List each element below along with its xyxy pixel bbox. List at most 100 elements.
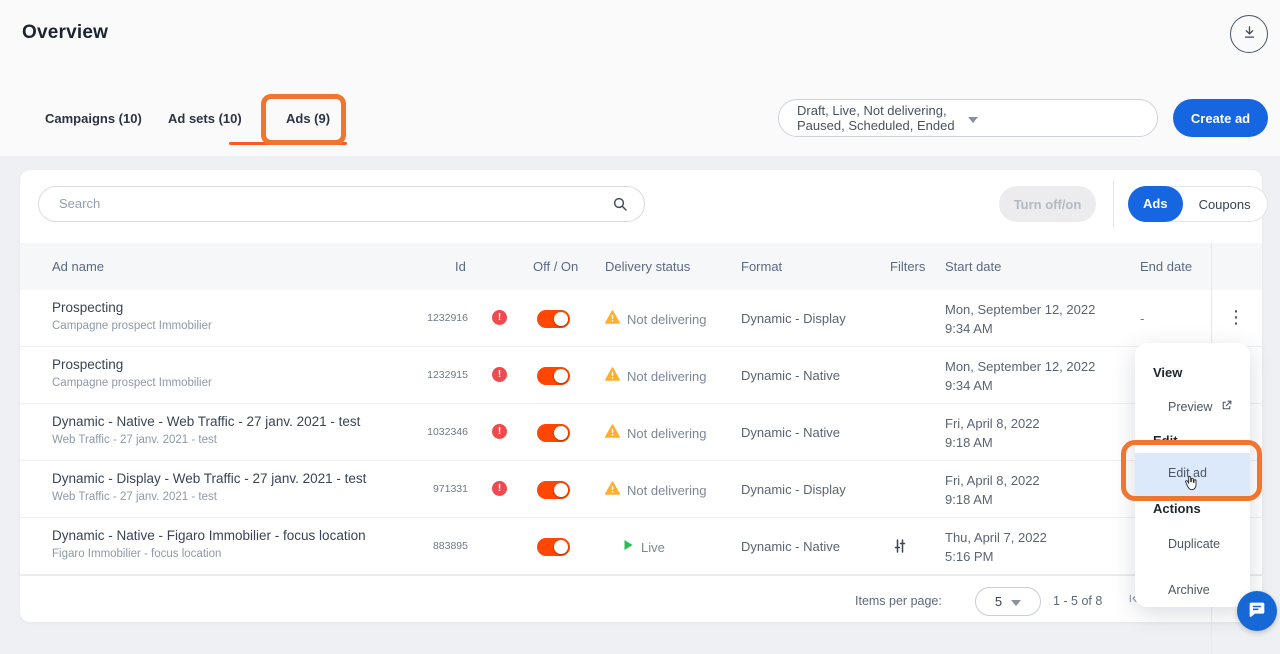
external-link-icon — [1220, 399, 1233, 415]
items-per-page-dropdown[interactable]: 5 — [975, 587, 1041, 616]
ad-name: Prospecting — [52, 300, 212, 315]
items-per-page-label: Items per page: — [855, 594, 942, 608]
table-row: Dynamic - Native - Figaro Immobilier - f… — [20, 518, 1262, 575]
turn-off-on-button[interactable]: Turn off/on — [999, 186, 1096, 222]
warning-icon — [605, 367, 620, 386]
start-date: Thu, April 7, 2022 — [945, 528, 1047, 547]
search-icon[interactable] — [612, 196, 628, 217]
start-time: 9:18 AM — [945, 433, 1040, 452]
live-icon — [623, 538, 634, 556]
error-icon: ! — [492, 424, 507, 439]
start-date: Mon, September 12, 2022 — [945, 357, 1095, 376]
search-input[interactable] — [59, 187, 609, 220]
search-box — [38, 186, 645, 222]
toggle-ads[interactable]: Ads — [1128, 186, 1183, 222]
error-icon: ! — [492, 367, 507, 382]
ad-name: Dynamic - Display - Web Traffic - 27 jan… — [52, 471, 366, 486]
error-icon: ! — [492, 310, 507, 325]
ad-name: Dynamic - Native - Web Traffic - 27 janv… — [52, 414, 360, 429]
ad-name: Dynamic - Native - Figaro Immobilier - f… — [52, 528, 366, 543]
items-per-page-value: 5 — [995, 594, 1002, 609]
ad-name-cell: Dynamic - Display - Web Traffic - 27 jan… — [52, 471, 366, 503]
col-start-date: Start date — [945, 259, 1001, 274]
off-on-toggle[interactable] — [537, 424, 570, 442]
delivery-status-text: Not delivering — [627, 426, 707, 441]
chat-fab-button[interactable] — [1237, 591, 1277, 631]
menu-item-preview[interactable]: Preview — [1168, 399, 1233, 415]
warning-icon — [605, 424, 620, 443]
start-date: Fri, April 8, 2022 — [945, 414, 1040, 433]
format-text: Dynamic - Display — [741, 482, 846, 497]
tab-ads[interactable]: Ads (9) — [286, 111, 330, 126]
kebab-menu-icon[interactable]: ⋮ — [1224, 304, 1248, 330]
ad-name-cell: Dynamic - Native - Web Traffic - 27 janv… — [52, 414, 360, 446]
off-on-toggle[interactable] — [537, 310, 570, 328]
ads-table-card: Turn off/on Ads Coupons Ad name Id Off /… — [20, 170, 1262, 622]
table-row: Dynamic - Native - Web Traffic - 27 janv… — [20, 404, 1262, 461]
col-delivery-status: Delivery status — [605, 259, 690, 274]
hand-cursor-icon — [1183, 475, 1199, 496]
filters-icon[interactable] — [892, 538, 908, 559]
toolbar-divider — [1113, 180, 1114, 228]
create-ad-button[interactable]: Create ad — [1173, 99, 1268, 137]
error-icon: ! — [492, 481, 507, 496]
start-date-cell: Mon, September 12, 2022 9:34 AM — [945, 300, 1095, 338]
start-date: Fri, April 8, 2022 — [945, 471, 1040, 490]
table-header: Ad name Id Off / On Delivery status Form… — [20, 243, 1262, 290]
start-date-cell: Thu, April 7, 2022 5:16 PM — [945, 528, 1047, 566]
end-date: - — [1140, 311, 1144, 326]
start-time: 9:34 AM — [945, 376, 1095, 395]
delivery-status-cell: Live — [605, 538, 665, 556]
delivery-status-cell: Not delivering — [605, 310, 707, 329]
delivery-status-text: Live — [641, 540, 665, 555]
ad-name-cell: Prospecting Campagne prospect Immobilier — [52, 300, 212, 332]
ad-parent-name: Web Traffic - 27 janv. 2021 - test — [52, 434, 360, 446]
ad-id: 1232916 — [390, 312, 468, 324]
ad-parent-name: Campagne prospect Immobilier — [52, 377, 212, 389]
pagination-range: 1 - 5 of 8 — [1053, 594, 1102, 608]
toggle-coupons[interactable]: Coupons — [1183, 197, 1267, 212]
off-on-toggle[interactable] — [537, 538, 570, 556]
format-text: Dynamic - Display — [741, 311, 846, 326]
delivery-status-cell: Not delivering — [605, 367, 707, 386]
off-on-toggle[interactable] — [537, 481, 570, 499]
table-row: Prospecting Campagne prospect Immobilier… — [20, 290, 1262, 347]
app-window: Overview Campaigns (10) Ad sets (10) Ads… — [0, 0, 1280, 654]
start-time: 9:34 AM — [945, 319, 1095, 338]
col-format: Format — [741, 259, 782, 274]
table-footer: Items per page: 5 1 - 5 of 8 — [20, 575, 1262, 622]
start-date-cell: Fri, April 8, 2022 9:18 AM — [945, 471, 1040, 509]
col-filters: Filters — [890, 259, 925, 274]
ad-name-cell: Prospecting Campagne prospect Immobilier — [52, 357, 212, 389]
delivery-status-cell: Not delivering — [605, 481, 707, 500]
menu-item-duplicate[interactable]: Duplicate — [1168, 537, 1220, 551]
col-off-on: Off / On — [533, 259, 578, 274]
delivery-status-text: Not delivering — [627, 369, 707, 384]
start-date: Mon, September 12, 2022 — [945, 300, 1095, 319]
menu-item-archive[interactable]: Archive — [1168, 583, 1210, 597]
col-id: Id — [455, 259, 466, 274]
ad-parent-name: Figaro Immobilier - focus location — [52, 548, 366, 560]
row-actions-menu: View Preview Edit Edit ad Actions Duplic… — [1135, 343, 1250, 607]
tab-campaigns[interactable]: Campaigns (10) — [45, 111, 142, 126]
off-on-toggle[interactable] — [537, 367, 570, 385]
menu-header-edit: Edit — [1153, 433, 1178, 448]
menu-header-view: View — [1153, 365, 1182, 380]
ad-id: 971331 — [390, 483, 468, 495]
ad-id: 883895 — [390, 540, 468, 552]
chevron-down-icon — [968, 111, 1139, 126]
ad-name-cell: Dynamic - Native - Figaro Immobilier - f… — [52, 528, 366, 560]
menu-header-actions: Actions — [1153, 501, 1201, 516]
ads-coupons-toggle: Ads Coupons — [1128, 186, 1268, 222]
start-date-cell: Fri, April 8, 2022 9:18 AM — [945, 414, 1040, 452]
ad-id: 1032346 — [390, 426, 468, 438]
ad-id: 1232915 — [390, 369, 468, 381]
tab-ad-sets[interactable]: Ad sets (10) — [168, 111, 242, 126]
delivery-status-cell: Not delivering — [605, 424, 707, 443]
warning-icon — [605, 310, 620, 329]
status-filter-dropdown[interactable]: Draft, Live, Not delivering, Paused, Sch… — [778, 99, 1158, 137]
col-ad-name: Ad name — [52, 259, 104, 274]
download-icon — [1241, 24, 1258, 44]
download-button[interactable] — [1230, 15, 1268, 53]
ad-parent-name: Web Traffic - 27 janv. 2021 - test — [52, 491, 366, 503]
